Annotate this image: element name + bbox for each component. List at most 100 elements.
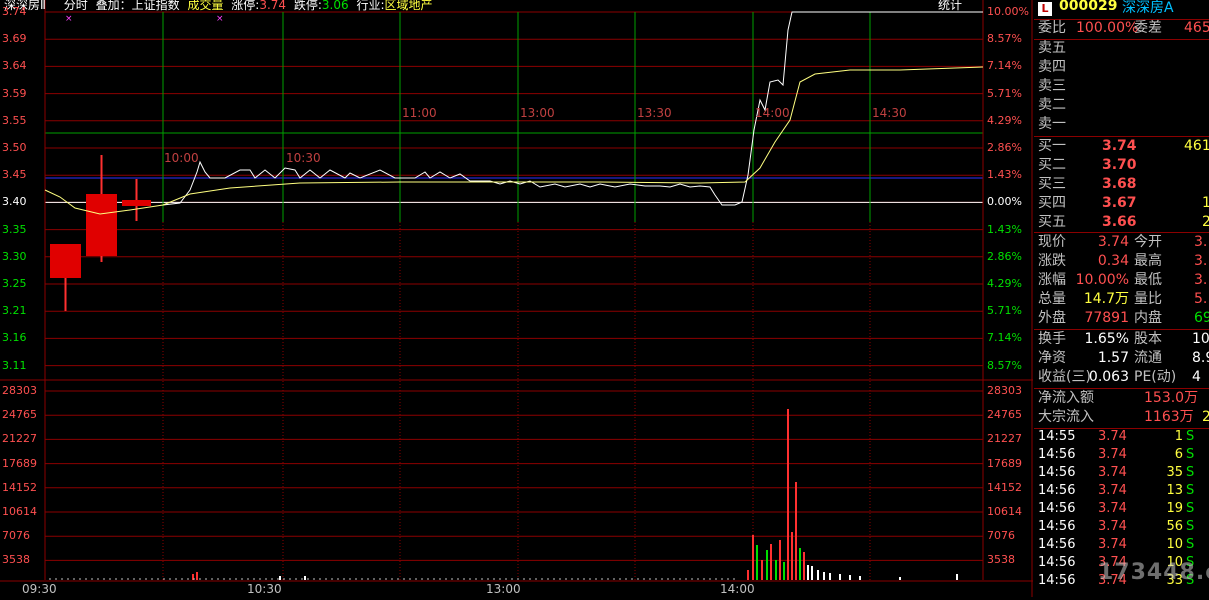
stat-row: 涨幅 10.00% 最低 3. xyxy=(1034,271,1209,290)
stat-value: 3.74 xyxy=(1097,234,1129,250)
pct-tick-label: 4.29% xyxy=(987,113,1022,127)
sell-level-label: 卖一 xyxy=(1038,116,1066,132)
intraday-chart-canvas[interactable]: × × xyxy=(0,0,1033,597)
weicha-label: 委差 xyxy=(1134,20,1162,36)
tick-price: 3.74 xyxy=(1098,519,1127,534)
volume-tick-label: 7076 xyxy=(2,529,30,543)
tick-time: 14:55 xyxy=(1038,429,1076,444)
fundamental-value: 0.063 xyxy=(1088,369,1129,385)
tick-row[interactable]: 14:56 3.74 35 S xyxy=(1034,464,1209,482)
stat-row: 外盘 77891 内盘 692 xyxy=(1034,309,1209,328)
price-tick-label: 3.59 xyxy=(2,86,27,100)
tick-volume: 13 xyxy=(1166,483,1183,498)
volume-tick-label: 17689 xyxy=(2,456,37,470)
chart-time-label: 10:30 xyxy=(286,151,321,165)
sector-value[interactable]: 区域地产 xyxy=(385,0,433,12)
price-tick-label: 3.35 xyxy=(2,222,27,236)
watermark: 173448.com xyxy=(1098,560,1209,585)
price-tick-label: 3.74 xyxy=(2,5,27,18)
stat-label: 总量 xyxy=(1038,291,1066,307)
tick-volume: 6 xyxy=(1174,447,1183,462)
volume-tick-label: 28303 xyxy=(987,384,1022,397)
stock-code: 000029 xyxy=(1059,0,1118,14)
flow-label: 净流入额 xyxy=(1038,390,1094,406)
tick-row[interactable]: 14:56 3.74 6 S xyxy=(1034,446,1209,464)
event-marker: × xyxy=(216,14,224,24)
price-tick-label: 3.69 xyxy=(2,32,27,46)
fundamental-row: 换手 1.65% 股本 10.1 xyxy=(1034,330,1209,349)
weibi-row: 委比 100.00% 委差 465 xyxy=(1034,19,1209,38)
chart-indicator[interactable]: 成交量 xyxy=(187,0,223,12)
tick-row[interactable]: 14:56 3.74 10 S xyxy=(1034,536,1209,554)
buy-level-row[interactable]: 买五 3.66 2 xyxy=(1034,213,1209,232)
tick-price: 3.74 xyxy=(1098,465,1127,480)
fundamental-label-2: 股本 xyxy=(1134,331,1162,347)
volume-tick-label: 10614 xyxy=(2,505,37,518)
price-tick-label: 3.40 xyxy=(2,195,27,209)
chart-period[interactable]: 分时 xyxy=(64,0,88,12)
tick-side: S xyxy=(1186,483,1195,498)
chart-time-label: 11:00 xyxy=(402,106,437,120)
buy-level-row[interactable]: 买二 3.70 xyxy=(1034,156,1209,175)
buy-level-row[interactable]: 买三 3.68 xyxy=(1034,175,1209,194)
tick-time: 14:56 xyxy=(1038,537,1076,552)
stat-label: 涨跌 xyxy=(1038,253,1066,269)
volume-tick-label: 21227 xyxy=(2,432,37,446)
pct-tick-label: 7.14% xyxy=(987,331,1022,345)
stat-label: 外盘 xyxy=(1038,310,1066,326)
tick-row[interactable]: 14:56 3.74 19 S xyxy=(1034,500,1209,518)
tick-volume: 19 xyxy=(1166,501,1183,516)
sell-level-row[interactable]: 卖五 xyxy=(1034,39,1209,58)
sell-level-label: 卖三 xyxy=(1038,78,1066,94)
buy-level-row[interactable]: 买四 3.67 1 xyxy=(1034,194,1209,213)
chart-time-label: 10:00 xyxy=(164,151,199,165)
price-tick-label: 3.21 xyxy=(2,304,27,318)
flow-value: 1163万 xyxy=(1144,409,1194,425)
volume-tick-label: 24765 xyxy=(987,408,1022,422)
buy-level-price: 3.67 xyxy=(1102,195,1137,211)
tick-row[interactable]: 14:56 3.74 56 S xyxy=(1034,518,1209,536)
time-axis-label: 13:00 xyxy=(486,582,521,596)
sell-level-row[interactable]: 卖三 xyxy=(1034,77,1209,96)
tick-row[interactable]: 14:56 3.74 13 S xyxy=(1034,482,1209,500)
buy-level-row[interactable]: 买一 3.74 461 xyxy=(1034,137,1209,156)
buy-level-volume: 2 xyxy=(1202,214,1209,230)
stat-label-2: 量比 xyxy=(1134,291,1162,307)
stat-label-2: 内盘 xyxy=(1134,310,1162,326)
level-icon[interactable]: L xyxy=(1038,2,1052,16)
tick-side: S xyxy=(1186,429,1195,444)
sell-level-label: 卖五 xyxy=(1038,40,1066,56)
pct-tick-label: 7.14% xyxy=(987,59,1022,73)
price-tick-label: 3.55 xyxy=(2,113,27,127)
time-axis-label: 09:30 xyxy=(22,582,57,596)
stats-button[interactable]: 统计 xyxy=(938,0,962,13)
tick-row[interactable]: 14:55 3.74 1 S xyxy=(1034,428,1209,446)
buy-level-price: 3.74 xyxy=(1102,138,1137,154)
quote-panel: L 000029 深深房A 委比 100.00% 委差 465 卖五卖四 卖三卖二… xyxy=(1034,0,1209,597)
volume-tick-label: 28303 xyxy=(2,384,37,397)
chart-header: 深深房Ⅱ 分时 叠加：上证指数 成交量 涨停:3.74 跌停:3.06 行业:区… xyxy=(4,0,433,13)
chart-overlay[interactable]: 叠加：上证指数 xyxy=(96,0,180,12)
chart-time-label: 14:30 xyxy=(872,106,907,120)
stat-value-2: 692 xyxy=(1194,310,1209,326)
stat-label: 涨幅 xyxy=(1038,272,1066,288)
intraday-chart[interactable]: × × 深深房Ⅱ 分时 叠加：上证指数 成交量 涨停:3.74 跌停:3.06 行… xyxy=(0,0,1033,597)
sell-level-row[interactable]: 卖一 xyxy=(1034,115,1209,134)
stat-value: 10.00% xyxy=(1075,272,1129,288)
price-tick-label: 3.45 xyxy=(2,168,27,182)
sell-level-row[interactable]: 卖四 xyxy=(1034,58,1209,77)
buy-level-label: 买二 xyxy=(1038,157,1066,173)
sell-level-row[interactable]: 卖二 xyxy=(1034,96,1209,115)
buy-level-label: 买四 xyxy=(1038,195,1066,211)
fundamental-row: 净资 1.57 流通 8.92 xyxy=(1034,349,1209,368)
fundamental-value: 1.65% xyxy=(1084,331,1129,347)
tick-time: 14:56 xyxy=(1038,447,1076,462)
stock-name: 深深房A xyxy=(1122,0,1174,16)
volume-tick-label: 3538 xyxy=(987,553,1015,567)
stat-value-2: 3. xyxy=(1194,253,1208,269)
tick-time: 14:56 xyxy=(1038,483,1076,498)
limit-up-label: 涨停: xyxy=(231,0,260,12)
tick-volume: 10 xyxy=(1166,537,1183,552)
weibi-label: 委比 xyxy=(1038,20,1066,36)
volume-tick-label: 21227 xyxy=(987,432,1022,446)
